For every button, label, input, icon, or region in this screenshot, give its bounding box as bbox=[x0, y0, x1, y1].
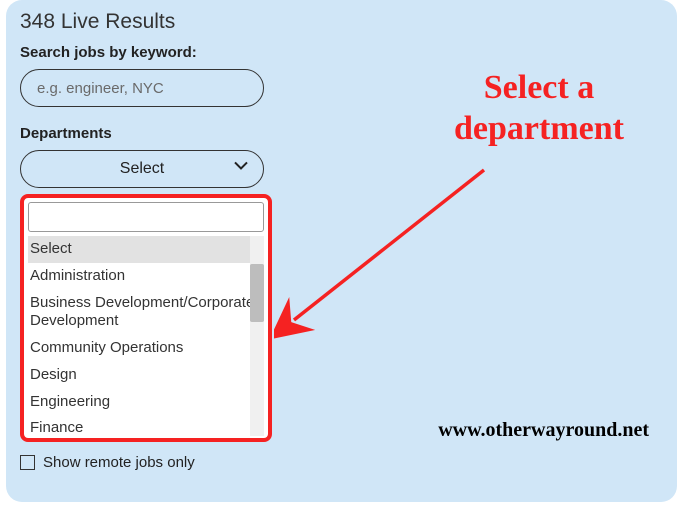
dropdown-option[interactable]: Design bbox=[28, 362, 264, 389]
dropdown-filter-input[interactable] bbox=[28, 202, 264, 232]
departments-dropdown: Select Administration Business Developme… bbox=[20, 194, 272, 442]
dropdown-list: Select Administration Business Developme… bbox=[28, 236, 264, 436]
dropdown-scrollbar[interactable] bbox=[250, 236, 264, 436]
dropdown-option[interactable]: Community Operations bbox=[28, 335, 264, 362]
annotation-arrow-icon bbox=[274, 150, 514, 350]
dropdown-option[interactable]: Engineering bbox=[28, 389, 264, 416]
remote-checkbox-label: Show remote jobs only bbox=[43, 454, 195, 471]
search-input[interactable] bbox=[20, 69, 264, 107]
dropdown-option[interactable]: Administration bbox=[28, 263, 264, 290]
remote-filter-row: Show remote jobs only bbox=[20, 454, 663, 471]
dropdown-option[interactable]: Finance bbox=[28, 415, 264, 436]
watermark-text: www.otherwayround.net bbox=[438, 419, 649, 442]
departments-select[interactable]: Select bbox=[20, 150, 264, 188]
dropdown-option[interactable]: Select bbox=[28, 236, 264, 263]
search-label: Search jobs by keyword: bbox=[20, 44, 663, 61]
results-count: 348 Live Results bbox=[20, 10, 663, 34]
dropdown-option[interactable]: Business Development/Corporate Developme… bbox=[28, 290, 264, 336]
chevron-down-icon bbox=[233, 157, 249, 178]
remote-checkbox[interactable] bbox=[20, 455, 35, 470]
dropdown-scrollbar-thumb[interactable] bbox=[250, 264, 264, 322]
annotation-callout: Select a department bbox=[414, 68, 664, 150]
departments-selected-text: Select bbox=[120, 160, 164, 178]
job-filter-panel: 348 Live Results Search jobs by keyword:… bbox=[6, 0, 677, 502]
